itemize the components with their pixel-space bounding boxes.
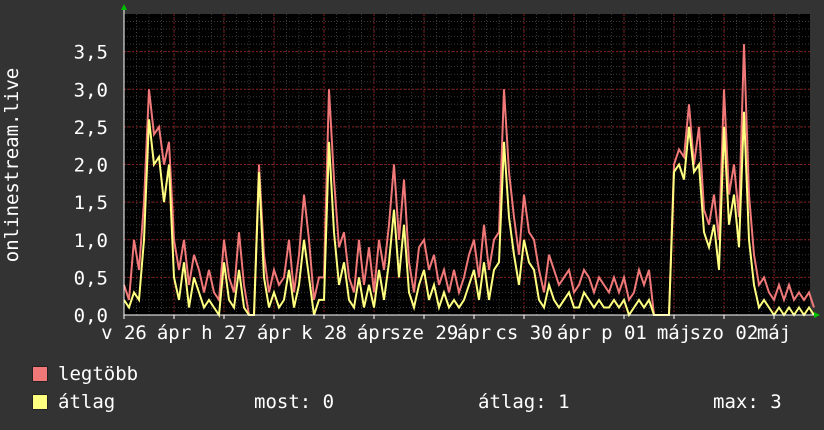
legend-label-legtobb: legtöbb bbox=[58, 363, 139, 385]
x-tick-label: h 27 bbox=[201, 322, 247, 344]
y-tick-label: 1,0 bbox=[74, 230, 108, 252]
y-tick-label: 3,5 bbox=[74, 42, 108, 64]
x-tick-label: v 26 bbox=[101, 322, 147, 344]
x-axis-arrow bbox=[814, 312, 820, 318]
y-tick-label: 2,0 bbox=[74, 155, 108, 177]
x-tick-label: p 01 bbox=[601, 322, 647, 344]
stat-most: most: 0 bbox=[254, 391, 335, 413]
x-tick-label: ápr bbox=[357, 322, 391, 344]
y-tick-label: 2,5 bbox=[74, 117, 108, 139]
x-tick-label: ápr bbox=[257, 322, 291, 344]
x-tick-label: sze 29 bbox=[390, 322, 459, 344]
x-tick-label: máj bbox=[757, 322, 791, 344]
legend-item-legtobb: legtöbb bbox=[32, 363, 138, 385]
y-axis-arrow bbox=[121, 4, 127, 10]
y-tick-label: 1,5 bbox=[74, 192, 108, 214]
legend-swatch-legtobb bbox=[32, 366, 48, 382]
x-tick-label: cs 30 bbox=[495, 322, 552, 344]
stat-max: max: 3 bbox=[713, 391, 782, 413]
x-tick-label: máj bbox=[657, 322, 691, 344]
y-tick-label: 0,5 bbox=[74, 267, 108, 289]
stat-atlag: átlag: 1 bbox=[478, 391, 570, 413]
legend-label-atlag: átlag bbox=[58, 391, 116, 413]
legend-item-atlag: átlag bbox=[32, 391, 115, 413]
x-tick-label: ápr bbox=[457, 322, 491, 344]
x-tick-label: ápr bbox=[557, 322, 591, 344]
x-tick-label: k 28 bbox=[301, 322, 347, 344]
x-tick-label: ápr bbox=[157, 322, 191, 344]
x-tick-label: szo 02 bbox=[690, 322, 759, 344]
y-tick-label: 3,0 bbox=[74, 79, 108, 101]
legend-swatch-atlag bbox=[32, 394, 48, 410]
y-axis-label: onlinestream.live bbox=[1, 67, 23, 263]
